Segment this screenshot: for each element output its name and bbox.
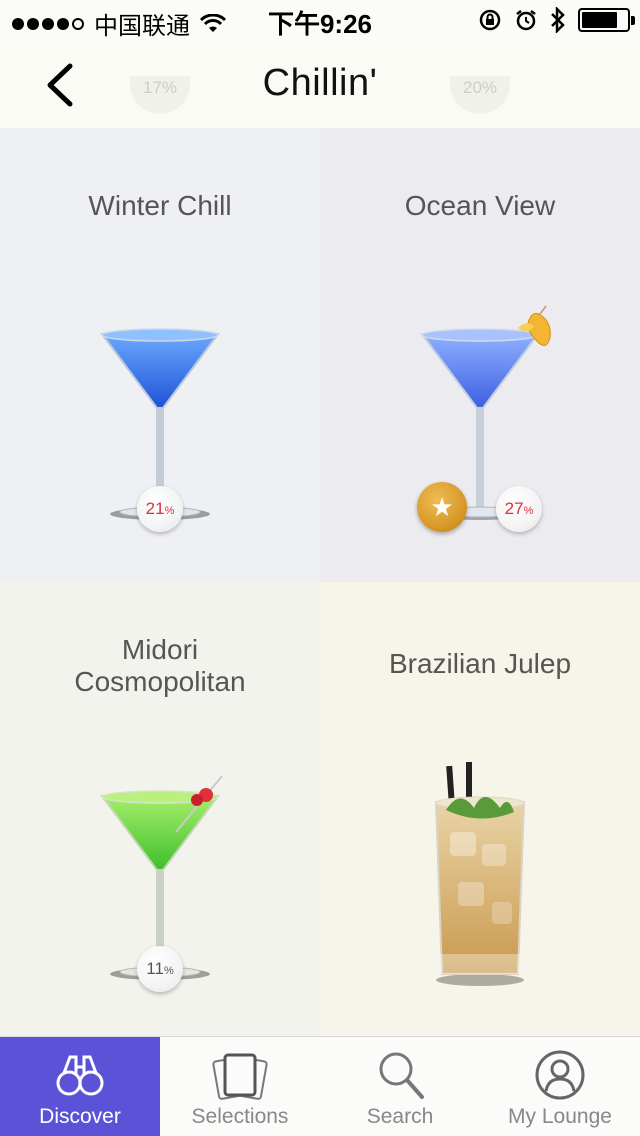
drink-grid: Winter Chill 21% Ocean View ★ 27% Midori… <box>0 128 640 1036</box>
strength-badge: 11% <box>137 946 183 992</box>
cards-icon <box>212 1053 268 1100</box>
page-title: Chillin' <box>262 62 378 104</box>
strength-badge: 27% <box>496 486 542 532</box>
strength-badge: 21% <box>137 486 183 532</box>
alarm-icon <box>516 10 536 31</box>
battery-level <box>582 12 618 28</box>
drink-card-ocean-view[interactable]: Ocean View ★ 27% <box>320 128 640 582</box>
tab-discover[interactable]: Discover <box>0 1037 160 1136</box>
tab-label: Discover <box>39 1105 121 1128</box>
bluetooth-icon <box>551 7 565 33</box>
featured-star-icon: ★ <box>417 482 467 532</box>
tab-label: My Lounge <box>508 1105 612 1128</box>
tab-selections[interactable]: Selections <box>160 1037 320 1136</box>
drink-card-midori-cosmopolitan[interactable]: Midori Cosmopolitan 11% <box>0 582 320 1036</box>
binoculars-icon <box>56 1055 104 1096</box>
battery-icon <box>578 8 635 32</box>
drink-card-winter-chill[interactable]: Winter Chill 21% <box>0 128 320 582</box>
tab-search[interactable]: Search <box>320 1037 480 1136</box>
drink-card-brazilian-julep[interactable]: Brazilian Julep 27% <box>320 582 640 1036</box>
profile-icon <box>535 1050 585 1100</box>
tab-my-lounge[interactable]: My Lounge <box>480 1037 640 1136</box>
martini-glass-icon <box>420 305 551 520</box>
rotation-lock-icon <box>479 9 501 31</box>
highball-glass-icon <box>434 762 526 986</box>
tab-bar: Discover Selections Search My Lounge <box>0 1036 640 1136</box>
tab-label: Selections <box>191 1105 289 1128</box>
status-right <box>478 7 635 33</box>
nav-bar: 17% 20% Chillin' <box>0 40 640 128</box>
magnifier-icon <box>379 1052 424 1099</box>
tab-label: Search <box>366 1105 434 1128</box>
status-bar: 中国联通 下午9:26 <box>0 0 640 40</box>
